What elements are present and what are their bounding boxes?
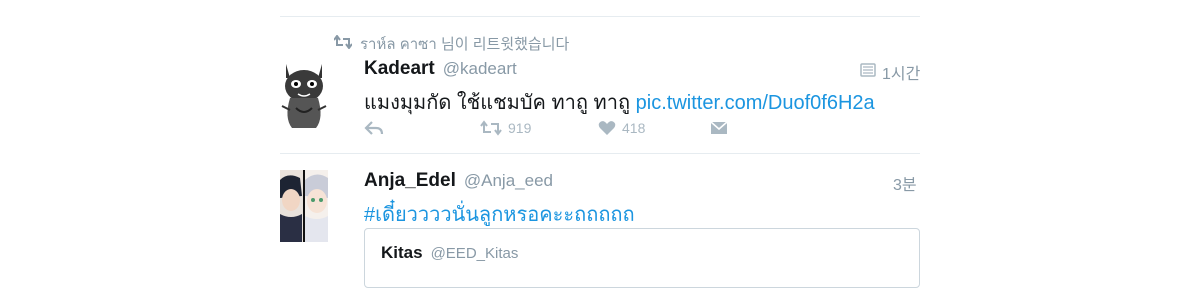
like-button[interactable]: 418 [598, 120, 645, 136]
retweet-notice: ราห์ล คาซา 님이 리트윗했습니다 [333, 32, 570, 56]
anime-avatar-icon [280, 170, 328, 242]
retweet-count: 919 [508, 120, 532, 136]
tweet2-hashtag-text[interactable]: #เดี๋ยววววนั่นลูกหรอคะะถถถถถ [364, 198, 635, 230]
media-icon [860, 62, 876, 82]
reply-icon [364, 121, 384, 135]
retweet-notice-text: ราห์ล คาซา 님이 리트윗했습니다 [360, 36, 570, 53]
like-count: 418 [622, 120, 646, 136]
tweet1-display-name[interactable]: Kadeart [364, 58, 435, 80]
heart-icon [598, 121, 616, 135]
quoted-display-name: Kitas [381, 243, 423, 262]
top-divider [280, 16, 920, 17]
tweet1-meta: 1시간 [860, 60, 920, 84]
tweet2-handle[interactable]: @Anja_eed [464, 171, 553, 191]
tweet1-body: แมงมุมกัด ใช้แชมบัค ทาถู ทาถู pic.twitte… [364, 86, 875, 118]
cat-avatar-icon [280, 58, 328, 130]
tweet-divider [280, 153, 920, 154]
envelope-icon [710, 121, 728, 134]
tweet2-time[interactable]: 3분 [893, 171, 917, 195]
quoted-tweet-card[interactable]: Kitas @EED_Kitas [364, 228, 920, 288]
direct-message-button[interactable] [710, 121, 728, 135]
quoted-handle: @EED_Kitas [430, 245, 519, 262]
tweet1-pic-link[interactable]: pic.twitter.com/Duof0f6H2a [636, 92, 875, 114]
retweet-action-icon [480, 120, 502, 136]
avatar-kadeart[interactable] [280, 58, 328, 130]
retweet-icon [333, 33, 353, 54]
tweet2-header: Anja_Edel @Anja_eed [364, 170, 553, 192]
reply-button[interactable] [364, 120, 384, 136]
avatar-anja-edel[interactable] [280, 170, 328, 242]
tweet1-time[interactable]: 1시간 [882, 60, 920, 84]
retweet-button[interactable]: 919 [480, 120, 531, 136]
quoted-tweet-header: Kitas @EED_Kitas [381, 243, 518, 263]
tweet1-handle[interactable]: @kadeart [443, 59, 517, 79]
tweet1-header: Kadeart @kadeart [364, 58, 517, 80]
tweet2-display-name[interactable]: Anja_Edel [364, 170, 456, 192]
tweet1-text: แมงมุมกัด ใช้แชมบัค ทาถู ทาถู [364, 92, 631, 114]
